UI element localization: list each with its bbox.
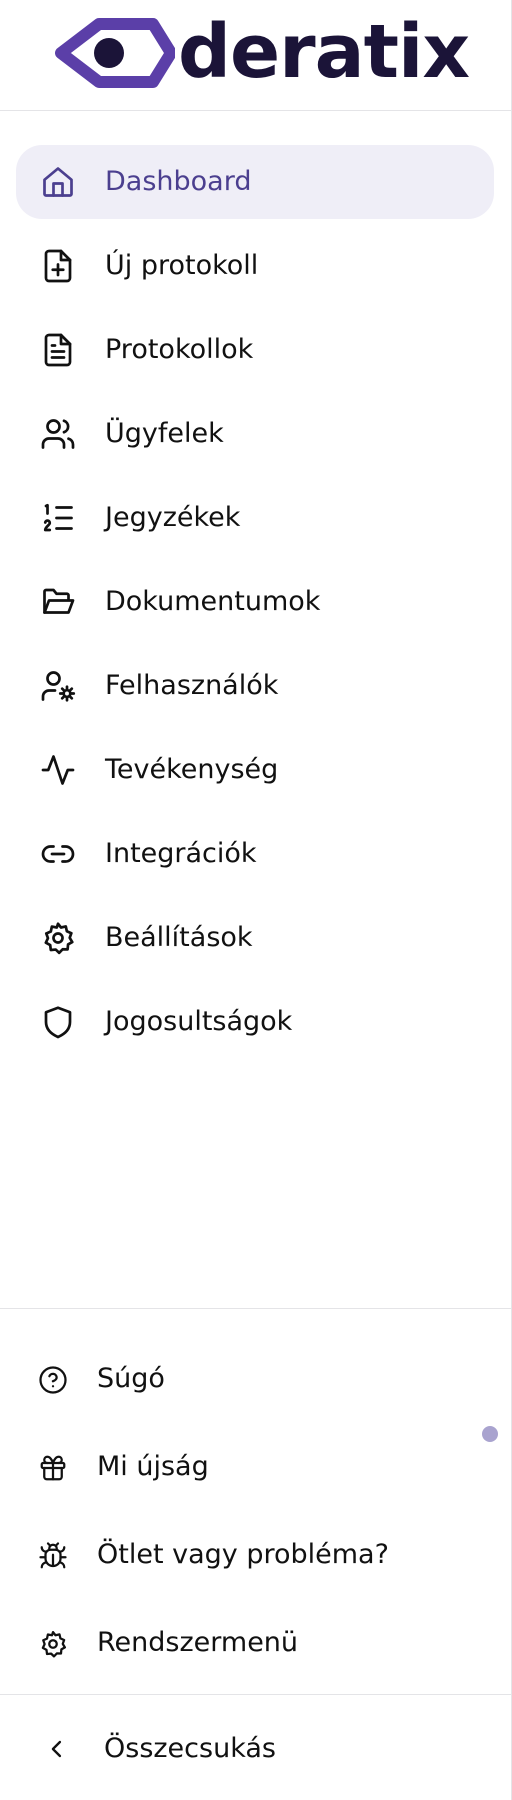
nav-item-users[interactable]: Felhasználók [16, 649, 494, 723]
nav-item-registers[interactable]: Jegyzékek [16, 481, 494, 555]
collapse-button[interactable]: Összecsukás [16, 1712, 494, 1786]
help-circle-icon [38, 1365, 68, 1395]
nav-item-label: Új protokoll [105, 250, 259, 281]
eye-logo-icon [55, 18, 175, 88]
nav-item-documents[interactable]: Dokumentumok [16, 565, 494, 639]
nav-item-protocols[interactable]: Protokollok [16, 313, 494, 387]
nav-item-label: Protokollok [105, 334, 254, 365]
nav-item-clients[interactable]: Ügyfelek [16, 397, 494, 471]
nav-item-label: Dashboard [105, 166, 252, 197]
nav-item-new-protocol[interactable]: Új protokoll [16, 229, 494, 303]
nav-item-label: Dokumentumok [105, 586, 321, 617]
list-ordered-icon [40, 500, 76, 536]
nav-item-settings[interactable]: Beállítások [16, 901, 494, 975]
sidebar: deratix Dashboard Új protokoll Protokoll… [0, 0, 512, 1800]
file-text-icon [40, 332, 76, 368]
nav-item-dashboard[interactable]: Dashboard [16, 145, 494, 219]
folder-open-icon [40, 584, 76, 620]
file-plus-icon [40, 248, 76, 284]
divider [0, 1694, 511, 1695]
divider [0, 1308, 511, 1309]
collapse-label: Összecsukás [104, 1733, 276, 1764]
brand-logo-text: deratix [178, 9, 470, 95]
util-item-label: Rendszermenü [97, 1627, 299, 1658]
user-cog-icon [40, 668, 76, 704]
chevron-left-icon [43, 1735, 71, 1763]
users-icon [40, 416, 76, 452]
nav-item-label: Integrációk [105, 838, 257, 869]
gift-icon [38, 1453, 68, 1483]
util-item-whats-new[interactable]: Mi újság [16, 1432, 494, 1502]
nav-item-label: Jogosultságok [105, 1006, 293, 1037]
util-item-label: Ötlet vagy probléma? [97, 1539, 389, 1570]
util-item-system-menu[interactable]: Rendszermenü [16, 1608, 494, 1678]
util-item-feedback[interactable]: Ötlet vagy probléma? [16, 1520, 494, 1590]
activity-icon [40, 752, 76, 788]
nav-item-label: Ügyfelek [105, 418, 224, 449]
nav-item-permissions[interactable]: Jogosultságok [16, 985, 494, 1059]
util-item-help[interactable]: Súgó [16, 1344, 494, 1414]
util-item-label: Mi újság [97, 1451, 209, 1482]
nav-item-integrations[interactable]: Integrációk [16, 817, 494, 891]
shield-icon [40, 1004, 76, 1040]
home-icon [40, 164, 76, 200]
brand-header: deratix [0, 0, 511, 111]
scroll-indicator[interactable] [482, 1426, 498, 1442]
nav-item-label: Jegyzékek [105, 502, 241, 533]
nav-item-label: Beállítások [105, 922, 253, 953]
nav-item-label: Tevékenység [105, 754, 279, 785]
nav-item-activity[interactable]: Tevékenység [16, 733, 494, 807]
settings-icon [38, 1629, 68, 1659]
util-item-label: Súgó [97, 1363, 165, 1394]
nav-item-label: Felhasználók [105, 670, 279, 701]
bug-icon [38, 1541, 68, 1571]
link-icon [40, 836, 76, 872]
settings-icon [40, 920, 76, 956]
